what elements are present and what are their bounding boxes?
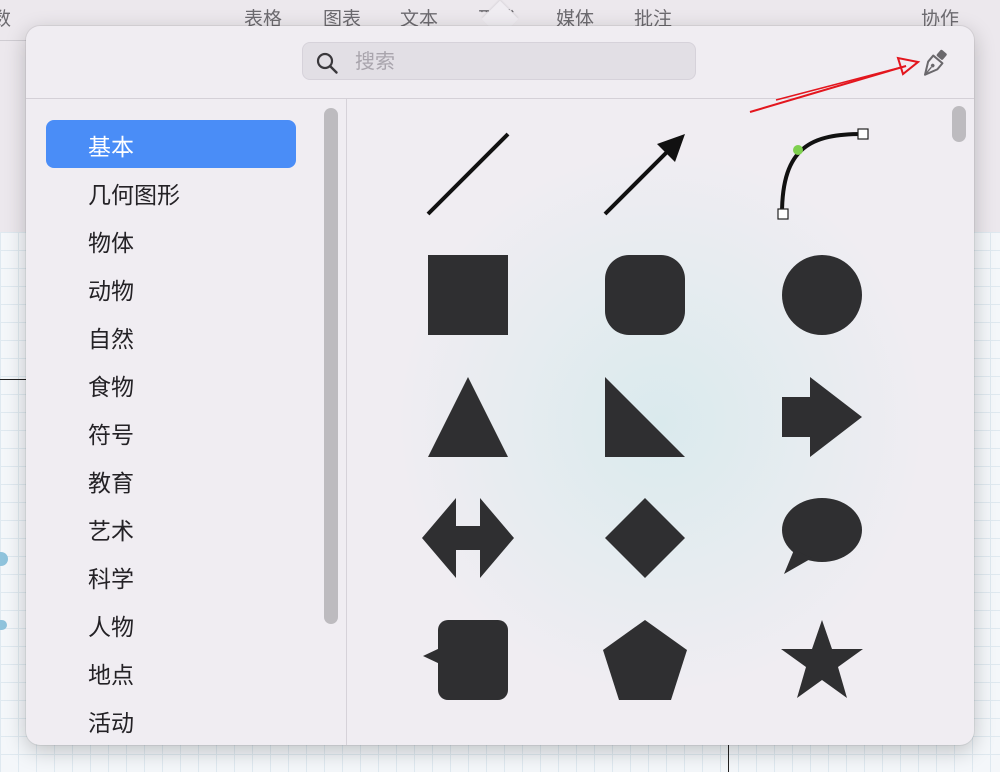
line-shape[interactable]: [418, 126, 518, 226]
category-arts[interactable]: 艺术: [46, 504, 296, 552]
popover-header: [26, 26, 974, 99]
category-label: 基本: [88, 135, 134, 161]
category-education[interactable]: 教育: [46, 456, 296, 504]
category-label: 动物: [88, 279, 134, 305]
category-label: 艺术: [88, 519, 134, 545]
star-shape[interactable]: [772, 610, 872, 710]
category-label: 符号: [88, 423, 134, 449]
category-label: 科学: [88, 567, 134, 593]
speech-bubble-shape[interactable]: [772, 488, 872, 588]
category-label: 活动: [88, 711, 134, 737]
canvas-shape-edge: [728, 744, 729, 772]
diamond-shape[interactable]: [595, 488, 695, 588]
arrow-line-shape[interactable]: [595, 126, 695, 226]
toolbar-item-partial[interactable]: 数: [0, 4, 11, 31]
curve-shape[interactable]: [772, 126, 872, 226]
callout-square-shape[interactable]: [418, 610, 518, 710]
category-science[interactable]: 科学: [46, 552, 296, 600]
shape-grid-scrollbar[interactable]: [952, 106, 966, 142]
triangle-shape[interactable]: [418, 367, 518, 467]
category-label: 自然: [88, 327, 134, 353]
category-people[interactable]: 人物: [46, 600, 296, 648]
canvas-shape-edge: [0, 379, 26, 380]
sidebar-scrollbar[interactable]: [324, 108, 338, 624]
category-food[interactable]: 食物: [46, 360, 296, 408]
circle-shape[interactable]: [772, 245, 872, 345]
category-geometry[interactable]: 几何图形: [46, 168, 296, 216]
search-icon: [316, 52, 338, 74]
category-animals[interactable]: 动物: [46, 264, 296, 312]
category-label: 教育: [88, 471, 134, 497]
toolbar-divider: [0, 40, 26, 41]
pentagon-shape[interactable]: [595, 610, 695, 710]
search-field[interactable]: [302, 42, 696, 80]
search-input[interactable]: [355, 43, 685, 79]
category-label: 几何图形: [88, 183, 180, 209]
rounded-square-shape[interactable]: [595, 245, 695, 345]
pen-icon[interactable]: [916, 46, 952, 82]
right-triangle-shape[interactable]: [595, 367, 695, 467]
category-activities[interactable]: 活动: [46, 696, 296, 744]
category-basic[interactable]: 基本: [46, 120, 296, 168]
category-places[interactable]: 地点: [46, 648, 296, 696]
arrow-right-shape[interactable]: [772, 367, 872, 467]
category-nature[interactable]: 自然: [46, 312, 296, 360]
double-arrow-shape[interactable]: [418, 488, 518, 588]
category-objects[interactable]: 物体: [46, 216, 296, 264]
category-sidebar: 基本 几何图形 物体 动物 自然 食物 符号 教育 艺术 科学 人物 地点 活动: [26, 99, 347, 745]
category-symbols[interactable]: 符号: [46, 408, 296, 456]
category-label: 食物: [88, 375, 134, 401]
category-label: 人物: [88, 615, 134, 641]
shape-picker-popover: 基本 几何图形 物体 动物 自然 食物 符号 教育 艺术 科学 人物 地点 活动: [26, 26, 974, 745]
category-label: 物体: [88, 231, 134, 257]
square-shape[interactable]: [418, 245, 518, 345]
category-label: 地点: [88, 663, 134, 689]
